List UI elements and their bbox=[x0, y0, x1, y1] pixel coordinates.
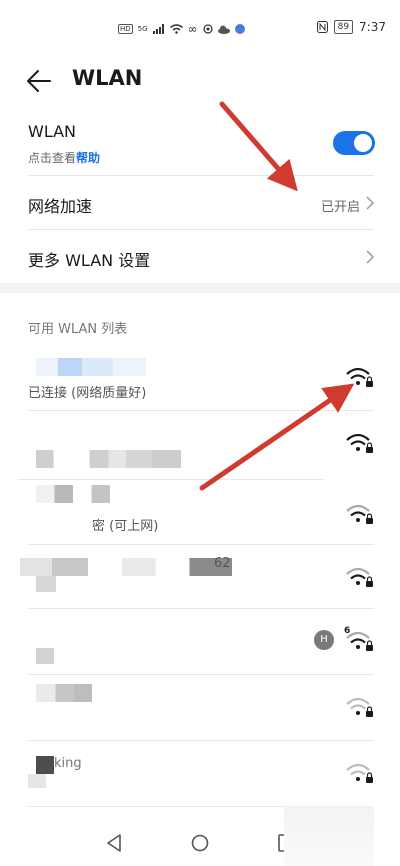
annotation-arrow-to-network bbox=[199, 383, 355, 491]
annotation-arrow-to-toggle bbox=[219, 101, 298, 192]
annotation-arrows bbox=[199, 101, 355, 491]
